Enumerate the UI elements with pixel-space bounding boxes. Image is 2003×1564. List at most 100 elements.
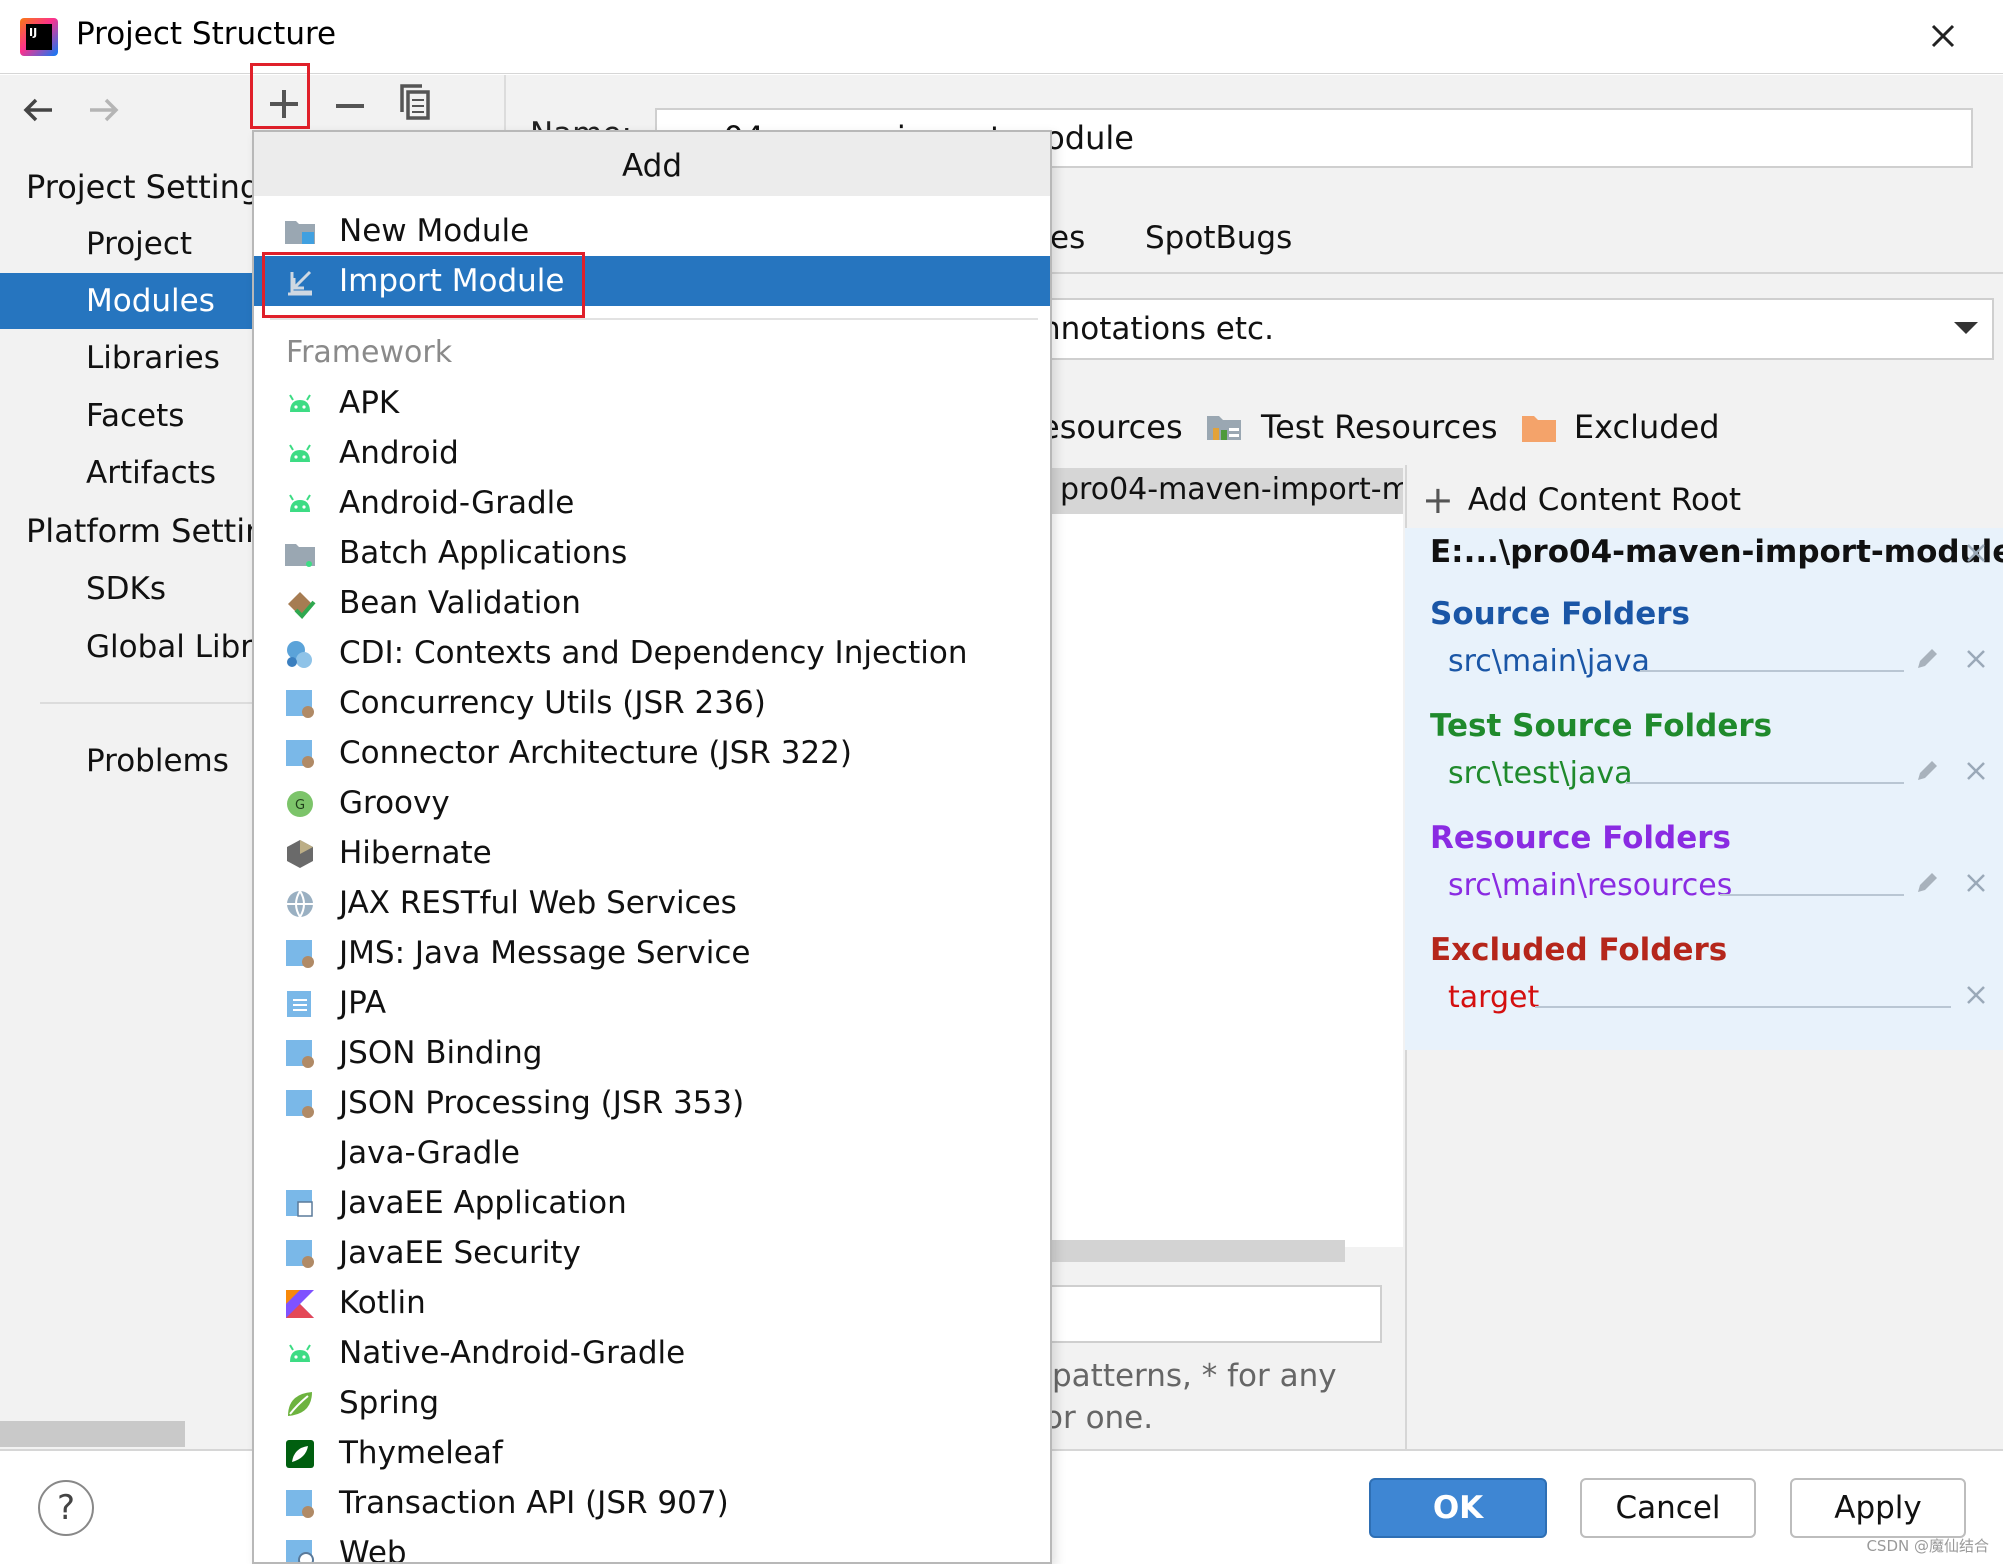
copy-icon[interactable] (388, 76, 444, 132)
menu-item-bean-validation[interactable]: Bean Validation (254, 578, 1050, 628)
language-level-select[interactable]: annotations etc. (1010, 298, 1994, 360)
close-icon[interactable] (1923, 16, 1963, 56)
menu-item-json-binding[interactable]: JSON Binding (254, 1028, 1050, 1078)
project-settings-heading: Project Settings (26, 168, 277, 206)
spring-leaf-icon (288, 1392, 312, 1416)
android-icon (289, 394, 311, 412)
javaee-icon (286, 690, 314, 718)
add-plus-icon[interactable] (256, 76, 312, 132)
tab-dependencies-fragment[interactable]: es (1050, 220, 1085, 256)
help-button[interactable]: ? (38, 1480, 94, 1536)
menu-separator (270, 318, 1038, 320)
menu-item-label: Groovy (339, 785, 450, 821)
remove-minus-icon[interactable] (322, 76, 378, 132)
intellij-logo-icon: IJ (20, 18, 58, 56)
kotlin-icon (286, 1290, 314, 1318)
mark-excluded-button[interactable]: Excluded (1574, 408, 1720, 446)
tree-horizontal-scrollbar[interactable] (1010, 1240, 1345, 1262)
tab-spotbugs[interactable]: SpotBugs (1145, 220, 1292, 256)
menu-item-kotlin[interactable]: Kotlin (254, 1278, 1050, 1328)
javaee-icon (286, 1240, 314, 1268)
menu-item-javaee-application[interactable]: JavaEE Application (254, 1178, 1050, 1228)
menu-item-label: Concurrency Utils (JSR 236) (339, 685, 766, 721)
javaee-app-icon (286, 1190, 313, 1217)
menu-item-javaee-security[interactable]: JavaEE Security (254, 1228, 1050, 1278)
exclude-hint: patterns, * for any or one. (1044, 1355, 1432, 1439)
menu-item-new-module[interactable]: New Module (254, 206, 1050, 256)
menu-item-spring[interactable]: Spring (254, 1378, 1050, 1428)
menu-item-native-android-gradle[interactable]: Native-Android-Gradle (254, 1328, 1050, 1378)
menu-item-label: Hibernate (339, 835, 492, 871)
mark-test-resources-button[interactable]: Test Resources (1261, 408, 1498, 446)
forward-arrow-icon[interactable] (84, 90, 124, 130)
edit-pencil-icon[interactable] (1912, 644, 1942, 674)
excluded-folders-title: Excluded Folders (1430, 932, 1728, 968)
menu-item-import-module[interactable]: Import Module (254, 256, 1050, 306)
menu-item-label: New Module (339, 213, 530, 249)
remove-resource-folder-icon[interactable] (1963, 870, 1989, 896)
sidebar-item-artifacts[interactable]: Artifacts (0, 445, 252, 501)
sidebar-item-sdks[interactable]: SDKs (0, 561, 252, 617)
resource-folder-underline (1720, 894, 1904, 896)
menu-item-batch-applications[interactable]: Batch Applications (254, 528, 1050, 578)
watermark: CSDN @魔仙结合 (1866, 1537, 1989, 1555)
sidebar-item-global-libraries[interactable]: Global Libraries (0, 619, 252, 675)
javaee-icon (286, 1040, 314, 1068)
cdi-icon (287, 641, 312, 668)
sidebar-item-facets[interactable]: Facets (0, 388, 252, 444)
menu-item-android-gradle[interactable]: Android-Gradle (254, 478, 1050, 528)
menu-item-groovy[interactable]: G Groovy (254, 778, 1050, 828)
ok-button[interactable]: OK (1369, 1478, 1547, 1538)
back-arrow-icon[interactable] (18, 90, 58, 130)
menu-item-label: APK (339, 385, 400, 421)
menu-item-json-processing-jsr-353[interactable]: JSON Processing (JSR 353) (254, 1078, 1050, 1128)
menu-item-label: JMS: Java Message Service (339, 935, 751, 971)
edit-pencil-icon[interactable] (1912, 756, 1942, 786)
remove-excluded-folder-icon[interactable] (1963, 982, 1989, 1008)
menu-item-apk[interactable]: APK (254, 378, 1050, 428)
remove-source-folder-icon[interactable] (1963, 646, 1989, 672)
menu-item-label: Connector Architecture (JSR 322) (339, 735, 852, 771)
edit-pencil-icon[interactable] (1912, 868, 1942, 898)
cancel-button[interactable]: Cancel (1580, 1478, 1756, 1538)
sidebar-horizontal-scrollbar[interactable] (0, 1421, 185, 1447)
mark-resources-button[interactable]: esources (1040, 408, 1183, 446)
source-folder-path: src\main\java (1448, 644, 1650, 679)
menu-item-cdi-contexts-and-dependency-injection[interactable]: CDI: Contexts and Dependency Injection (254, 628, 1050, 678)
remove-test-source-folder-icon[interactable] (1963, 758, 1989, 784)
menu-item-java-gradle[interactable]: Java-Gradle (254, 1128, 1050, 1178)
sidebar-item-project[interactable]: Project (0, 216, 252, 272)
exclude-files-input[interactable] (1010, 1285, 1382, 1343)
remove-content-root-icon[interactable] (1963, 540, 1989, 566)
groovy-icon: G (287, 791, 313, 817)
apply-button[interactable]: Apply (1790, 1478, 1966, 1538)
resource-folders-title: Resource Folders (1430, 820, 1731, 856)
menu-item-jms-java-message-service[interactable]: JMS: Java Message Service (254, 928, 1050, 978)
tree-root-row[interactable]: pro04-maven-import-module (1010, 468, 1403, 514)
thymeleaf-icon (286, 1440, 314, 1468)
add-popup-menu: Add New Module Import Module Framework A… (252, 130, 1052, 1564)
web-icon (286, 1540, 314, 1562)
menu-item-label: Java-Gradle (339, 1135, 520, 1171)
menu-item-android[interactable]: Android (254, 428, 1050, 478)
excluded-folder-icon (1521, 416, 1556, 442)
menu-item-thymeleaf[interactable]: Thymeleaf (254, 1428, 1050, 1478)
jpa-icon (287, 991, 311, 1017)
javaee-icon (286, 1090, 314, 1118)
sidebar-item-problems[interactable]: Problems (0, 733, 252, 789)
menu-item-label: Bean Validation (339, 585, 581, 621)
menu-item-web[interactable]: Web (254, 1528, 1050, 1562)
menu-item-hibernate[interactable]: Hibernate (254, 828, 1050, 878)
add-content-root-button[interactable]: + Add Content Root (1422, 478, 1741, 522)
menu-item-label: JavaEE Application (339, 1185, 627, 1221)
menu-item-jax-restful-web-services[interactable]: JAX RESTful Web Services (254, 878, 1050, 928)
menu-item-concurrency-utils-jsr-236[interactable]: Concurrency Utils (JSR 236) (254, 678, 1050, 728)
menu-item-jpa[interactable]: JPA (254, 978, 1050, 1028)
menu-item-transaction-api-jsr-907[interactable]: Transaction API (JSR 907) (254, 1478, 1050, 1528)
menu-item-connector-architecture-jsr-322[interactable]: Connector Architecture (JSR 322) (254, 728, 1050, 778)
excluded-folder-path: target (1448, 980, 1540, 1015)
sidebar-item-libraries[interactable]: Libraries (0, 330, 252, 386)
sidebar-item-modules[interactable]: Modules (0, 273, 252, 329)
globe-icon (287, 890, 313, 919)
source-folders-title: Source Folders (1430, 596, 1690, 632)
